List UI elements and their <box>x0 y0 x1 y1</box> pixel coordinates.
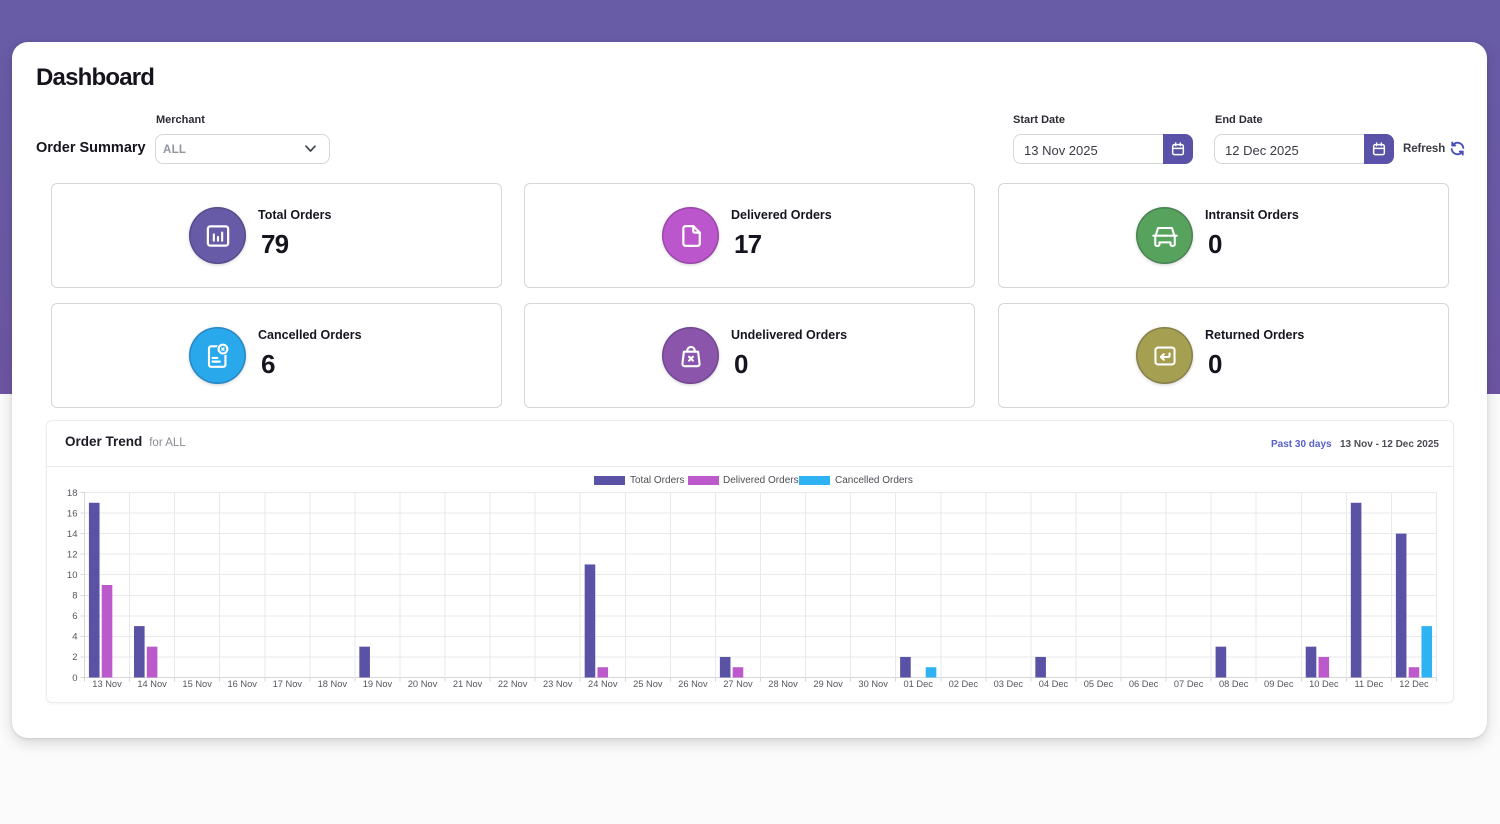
svg-text:29 Nov: 29 Nov <box>813 679 843 689</box>
svg-text:28 Nov: 28 Nov <box>768 679 798 689</box>
svg-text:11 Dec: 11 Dec <box>1355 679 1384 689</box>
svg-text:19 Nov: 19 Nov <box>363 679 393 689</box>
svg-text:10 Dec: 10 Dec <box>1309 679 1339 689</box>
svg-text:01 Dec: 01 Dec <box>903 679 933 689</box>
svg-text:21 Nov: 21 Nov <box>453 679 483 689</box>
svg-text:24 Nov: 24 Nov <box>588 679 618 689</box>
svg-text:16: 16 <box>67 508 78 519</box>
svg-text:15 Nov: 15 Nov <box>182 679 212 689</box>
svg-text:09 Dec: 09 Dec <box>1264 679 1294 689</box>
svg-text:02 Dec: 02 Dec <box>949 679 979 689</box>
svg-text:0: 0 <box>72 673 77 684</box>
svg-text:8: 8 <box>72 591 77 602</box>
svg-text:05 Dec: 05 Dec <box>1084 679 1114 689</box>
svg-text:10: 10 <box>67 570 78 581</box>
svg-text:04 Dec: 04 Dec <box>1039 679 1069 689</box>
svg-text:16 Nov: 16 Nov <box>227 679 257 689</box>
svg-text:26 Nov: 26 Nov <box>678 679 708 689</box>
svg-text:6: 6 <box>72 611 77 622</box>
svg-text:2: 2 <box>72 652 77 663</box>
svg-text:25 Nov: 25 Nov <box>633 679 663 689</box>
svg-text:22 Nov: 22 Nov <box>498 679 528 689</box>
svg-text:14 Nov: 14 Nov <box>137 679 167 689</box>
svg-text:30 Nov: 30 Nov <box>858 679 888 689</box>
svg-text:17 Nov: 17 Nov <box>273 679 303 689</box>
svg-text:12 Dec: 12 Dec <box>1399 679 1429 689</box>
svg-text:08 Dec: 08 Dec <box>1219 679 1249 689</box>
svg-text:13 Nov: 13 Nov <box>92 679 122 689</box>
svg-text:20 Nov: 20 Nov <box>408 679 438 689</box>
svg-text:12: 12 <box>67 549 78 560</box>
svg-text:03 Dec: 03 Dec <box>994 679 1024 689</box>
svg-text:06 Dec: 06 Dec <box>1129 679 1159 689</box>
svg-text:23 Nov: 23 Nov <box>543 679 573 689</box>
svg-text:07 Dec: 07 Dec <box>1174 679 1204 689</box>
svg-text:27 Nov: 27 Nov <box>723 679 753 689</box>
svg-text:18: 18 <box>67 488 78 499</box>
svg-text:4: 4 <box>72 632 77 643</box>
svg-text:18 Nov: 18 Nov <box>318 679 348 689</box>
svg-text:14: 14 <box>67 529 78 540</box>
